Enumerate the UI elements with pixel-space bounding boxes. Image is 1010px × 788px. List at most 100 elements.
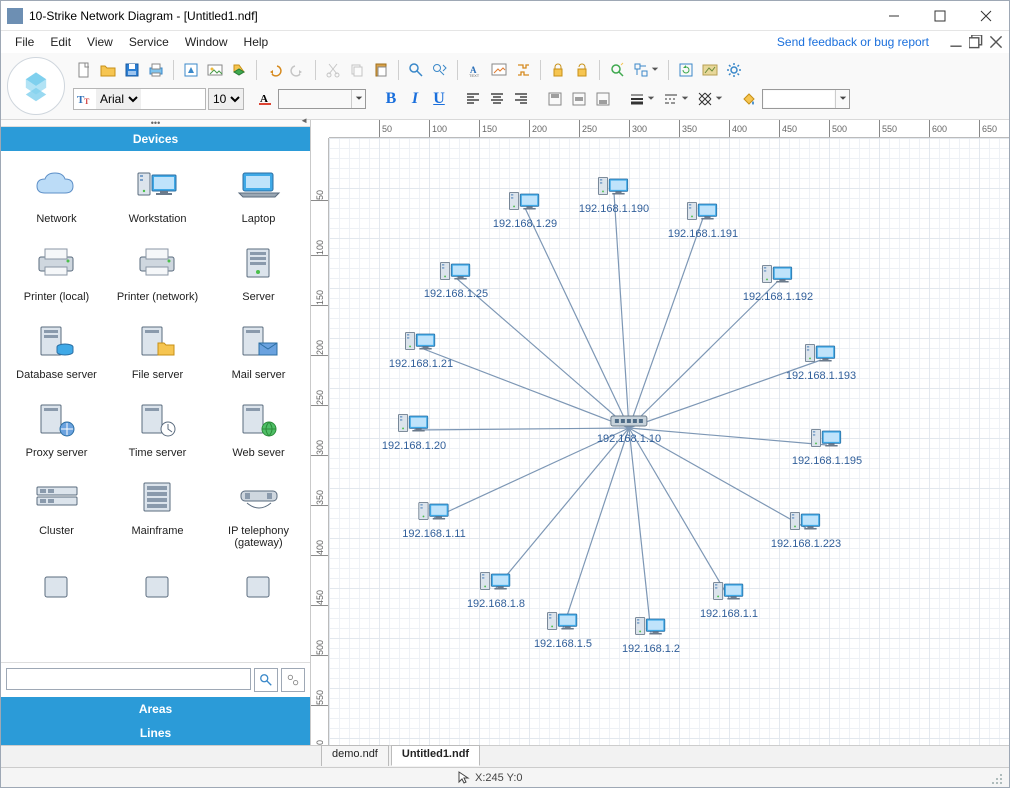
diagram-node[interactable]: 192.168.1.8 xyxy=(467,566,525,610)
diagram-node[interactable]: 192.168.1.5 xyxy=(534,606,592,650)
align-center-button[interactable] xyxy=(486,88,508,110)
mdi-minimize-icon[interactable] xyxy=(949,35,963,49)
minimize-button[interactable] xyxy=(871,1,917,31)
valign-middle-button[interactable] xyxy=(568,88,590,110)
insert-image-button[interactable] xyxy=(488,59,510,81)
document-tab[interactable]: demo.ndf xyxy=(321,745,389,766)
logo-button[interactable] xyxy=(7,57,65,115)
fill-color-caret-icon[interactable] xyxy=(351,90,365,108)
map-button[interactable] xyxy=(699,59,721,81)
fill-color-swatch[interactable] xyxy=(278,89,366,109)
find-button[interactable] xyxy=(405,59,427,81)
device-item[interactable]: Server xyxy=(209,237,308,305)
mdi-close-icon[interactable] xyxy=(989,35,1003,49)
font-size-select[interactable]: 10 xyxy=(208,88,244,110)
diagram-node[interactable]: 192.168.1.25 xyxy=(424,256,488,300)
diagram-node[interactable]: 192.168.1.190 xyxy=(579,171,649,215)
device-item[interactable] xyxy=(7,561,106,617)
find-next-button[interactable] xyxy=(429,59,451,81)
device-search-button[interactable] xyxy=(254,668,278,692)
device-item[interactable]: Web sever xyxy=(209,393,308,461)
font-family-input[interactable]: Arial xyxy=(96,89,141,109)
menu-window[interactable]: Window xyxy=(177,33,236,51)
device-item[interactable] xyxy=(108,561,207,617)
diagram-node[interactable]: 192.168.1.223 xyxy=(771,506,841,550)
device-search-input[interactable] xyxy=(6,668,251,690)
font-color-button[interactable]: A xyxy=(254,88,276,110)
resize-grip-icon[interactable] xyxy=(989,771,1003,785)
pattern-dropdown[interactable] xyxy=(694,88,726,110)
diagram-node[interactable]: 192.168.1.21 xyxy=(389,326,453,370)
unlock-button[interactable] xyxy=(571,59,593,81)
diagram-node[interactable]: 192.168.1.1 xyxy=(700,576,758,620)
align-right-button[interactable] xyxy=(510,88,532,110)
diagram-node[interactable]: 192.168.1.193 xyxy=(786,338,856,382)
device-item[interactable]: Cluster xyxy=(7,471,106,551)
diagram-node[interactable]: 192.168.1.192 xyxy=(743,259,813,303)
device-item[interactable]: IP telephony (gateway) xyxy=(209,471,308,551)
refresh-button[interactable] xyxy=(675,59,697,81)
scan-button[interactable] xyxy=(606,59,628,81)
italic-button[interactable]: I xyxy=(404,88,426,110)
cut-button[interactable] xyxy=(322,59,344,81)
areas-panel-header[interactable]: Areas xyxy=(1,697,310,721)
diagram-node[interactable]: 192.168.1.11 xyxy=(402,496,465,540)
dash-style-dropdown[interactable] xyxy=(660,88,692,110)
document-tab[interactable]: Untitled1.ndf xyxy=(391,745,480,766)
devices-panel[interactable]: NetworkWorkstationLaptopPrinter (local)P… xyxy=(1,151,310,662)
zoom-dropdown[interactable] xyxy=(630,59,662,81)
diagram-canvas[interactable]: 192.168.1.29192.168.1.25 192.168.1.21 192.… xyxy=(329,138,1009,745)
device-item[interactable]: Mainframe xyxy=(108,471,207,551)
menu-service[interactable]: Service xyxy=(121,33,177,51)
device-settings-button[interactable] xyxy=(281,668,305,692)
diagram-node[interactable]: 192.168.1.191 xyxy=(668,196,738,240)
bg-color-button[interactable] xyxy=(738,88,760,110)
undo-button[interactable] xyxy=(263,59,285,81)
diagram-node[interactable]: 192.168.1.29 xyxy=(493,186,557,230)
menu-view[interactable]: View xyxy=(79,33,121,51)
device-item[interactable]: Printer (network) xyxy=(108,237,207,305)
print-button[interactable] xyxy=(145,59,167,81)
font-family-select[interactable]: TT Arial xyxy=(73,88,206,110)
device-item[interactable]: File server xyxy=(108,315,207,383)
link-button[interactable] xyxy=(512,59,534,81)
device-item[interactable]: Network xyxy=(7,159,106,227)
save-button[interactable] xyxy=(121,59,143,81)
underline-button[interactable]: U xyxy=(428,88,450,110)
lock-button[interactable] xyxy=(547,59,569,81)
device-item[interactable]: Time server xyxy=(108,393,207,461)
line-style-dropdown[interactable] xyxy=(626,88,658,110)
close-button[interactable] xyxy=(963,1,1009,31)
device-item[interactable]: Laptop xyxy=(209,159,308,227)
new-file-button[interactable] xyxy=(73,59,95,81)
copy-button[interactable] xyxy=(346,59,368,81)
diagram-node-center[interactable]: 192.168.1.10 xyxy=(597,411,661,445)
device-item[interactable]: Database server xyxy=(7,315,106,383)
valign-top-button[interactable] xyxy=(544,88,566,110)
bg-color-caret-icon[interactable] xyxy=(835,90,849,108)
text-tool-button[interactable]: ATEXT xyxy=(464,59,486,81)
export-button[interactable] xyxy=(180,59,202,81)
lines-panel-header[interactable]: Lines xyxy=(1,721,310,745)
menu-file[interactable]: File xyxy=(7,33,42,51)
paste-button[interactable] xyxy=(370,59,392,81)
redo-button[interactable] xyxy=(287,59,309,81)
menu-help[interactable]: Help xyxy=(236,33,277,51)
bg-color-swatch[interactable] xyxy=(762,89,850,109)
open-file-button[interactable] xyxy=(97,59,119,81)
mdi-restore-icon[interactable] xyxy=(969,35,983,49)
device-item[interactable]: Mail server xyxy=(209,315,308,383)
align-left-button[interactable] xyxy=(462,88,484,110)
diagram-node[interactable]: 192.168.1.195 xyxy=(792,423,862,467)
settings-button[interactable] xyxy=(723,59,745,81)
feedback-link[interactable]: Send feedback or bug report xyxy=(771,33,935,51)
device-item[interactable] xyxy=(209,561,308,617)
diagram-node[interactable]: 192.168.1.2 xyxy=(622,611,680,655)
clipboard-button[interactable] xyxy=(228,59,250,81)
bold-button[interactable]: B xyxy=(380,88,402,110)
devices-panel-header[interactable]: Devices xyxy=(1,127,310,151)
valign-bottom-button[interactable] xyxy=(592,88,614,110)
sidebar-collapse-handle[interactable]: ••• xyxy=(1,120,310,127)
image-button[interactable] xyxy=(204,59,226,81)
device-item[interactable]: Printer (local) xyxy=(7,237,106,305)
